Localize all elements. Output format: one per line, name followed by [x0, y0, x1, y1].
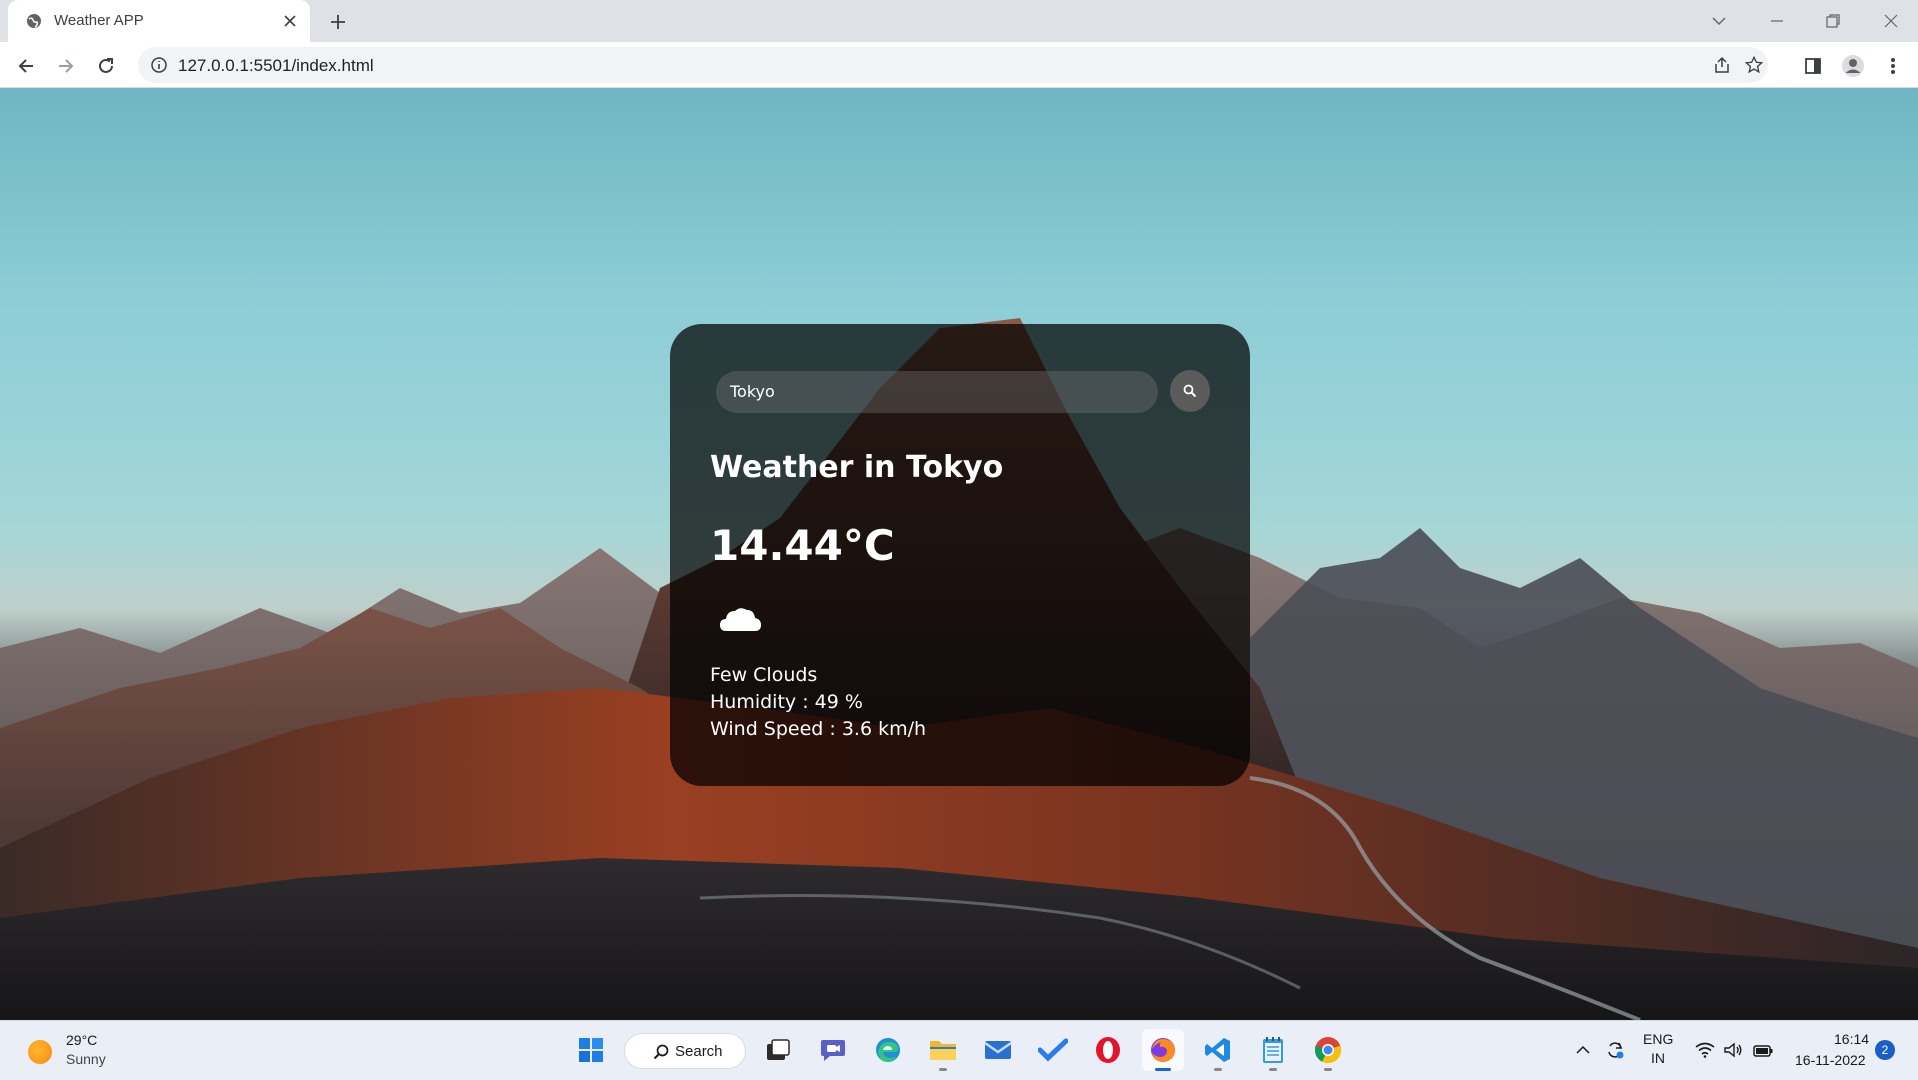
todo-icon[interactable] [1032, 1029, 1074, 1071]
menu-kebab-icon[interactable] [1880, 53, 1906, 79]
widget-condition: Sunny [66, 1051, 106, 1067]
humidity: Humidity : 49 % [710, 691, 863, 713]
clock-date[interactable]: 16-11-2022 [1795, 1052, 1866, 1068]
browser-toolbar: 127.0.0.1:5501/index.html [0, 42, 1918, 88]
forward-icon[interactable] [52, 52, 80, 80]
share-icon[interactable] [1710, 53, 1734, 77]
page-viewport: Tokyo Weather in Tokyo 14.44°C Few Cloud… [0, 88, 1918, 1020]
task-view-icon[interactable] [757, 1029, 799, 1071]
city-heading: Weather in Tokyo [710, 450, 1004, 485]
weather-card: Tokyo Weather in Tokyo 14.44°C Few Cloud… [670, 324, 1250, 786]
bookmark-star-icon[interactable] [1742, 53, 1766, 77]
running-indicator [939, 1068, 947, 1071]
back-icon[interactable] [12, 52, 40, 80]
wind-speed: Wind Speed : 3.6 km/h [710, 718, 927, 740]
language-indicator-line2[interactable]: IN [1651, 1050, 1665, 1066]
close-tab-icon[interactable] [280, 11, 300, 31]
notepad-icon[interactable] [1252, 1029, 1294, 1071]
running-indicator [1269, 1068, 1277, 1071]
start-icon[interactable] [570, 1029, 612, 1071]
clock-time[interactable]: 16:14 [1834, 1031, 1869, 1047]
file-explorer-icon[interactable] [922, 1029, 964, 1071]
notification-badge[interactable]: 2 [1875, 1040, 1895, 1060]
opera-icon[interactable] [1087, 1029, 1129, 1071]
url-text[interactable]: 127.0.0.1:5501/index.html [178, 56, 374, 76]
new-tab-button[interactable] [326, 10, 350, 34]
minimize-icon[interactable] [1764, 8, 1790, 34]
running-indicator [1324, 1068, 1332, 1071]
widget-temperature: 29°C [66, 1032, 98, 1048]
taskbar-search-label: Search [675, 1043, 723, 1060]
battery-icon[interactable] [1748, 1029, 1778, 1071]
tab-search-icon[interactable] [1706, 8, 1732, 34]
search-button[interactable] [1170, 370, 1210, 412]
firefox-icon[interactable] [1142, 1029, 1184, 1071]
sync-icon[interactable] [1598, 1029, 1632, 1071]
tab-strip: Weather APP [0, 0, 1918, 42]
weather-description: Few Clouds [710, 664, 818, 686]
tab-title: Weather APP [54, 12, 144, 29]
mail-icon[interactable] [977, 1029, 1019, 1071]
taskbar-search-button[interactable]: Search [624, 1033, 746, 1069]
show-hidden-icons-icon[interactable] [1566, 1029, 1600, 1071]
restore-icon[interactable] [1820, 8, 1846, 34]
running-indicator [1214, 1068, 1222, 1071]
reload-icon[interactable] [92, 52, 120, 80]
side-panel-icon[interactable] [1800, 53, 1826, 79]
cloud-icon [720, 608, 761, 631]
address-bar[interactable]: 127.0.0.1:5501/index.html [138, 47, 1768, 83]
search-icon [653, 1044, 669, 1060]
site-info-icon[interactable] [150, 56, 168, 74]
city-search-input[interactable]: Tokyo [716, 371, 1158, 413]
running-indicator [1155, 1068, 1171, 1071]
language-indicator-line1[interactable]: ENG [1643, 1031, 1673, 1047]
profile-avatar-icon[interactable] [1840, 53, 1866, 79]
taskbar: 29°C Sunny Search ENG IN 16:14 16-11-202… [0, 1020, 1918, 1080]
edge-icon[interactable] [867, 1029, 909, 1071]
vscode-icon[interactable] [1197, 1029, 1239, 1071]
close-window-icon[interactable] [1878, 8, 1904, 34]
globe-icon [27, 14, 41, 28]
wifi-icon[interactable] [1690, 1029, 1720, 1071]
sun-icon [28, 1040, 52, 1064]
search-icon [1183, 384, 1197, 398]
temperature: 14.44°C [710, 521, 895, 570]
volume-icon[interactable] [1718, 1029, 1748, 1071]
tab-weather-app[interactable]: Weather APP [8, 0, 310, 42]
chrome-icon[interactable] [1307, 1029, 1349, 1071]
teams-chat-icon[interactable] [812, 1029, 854, 1071]
